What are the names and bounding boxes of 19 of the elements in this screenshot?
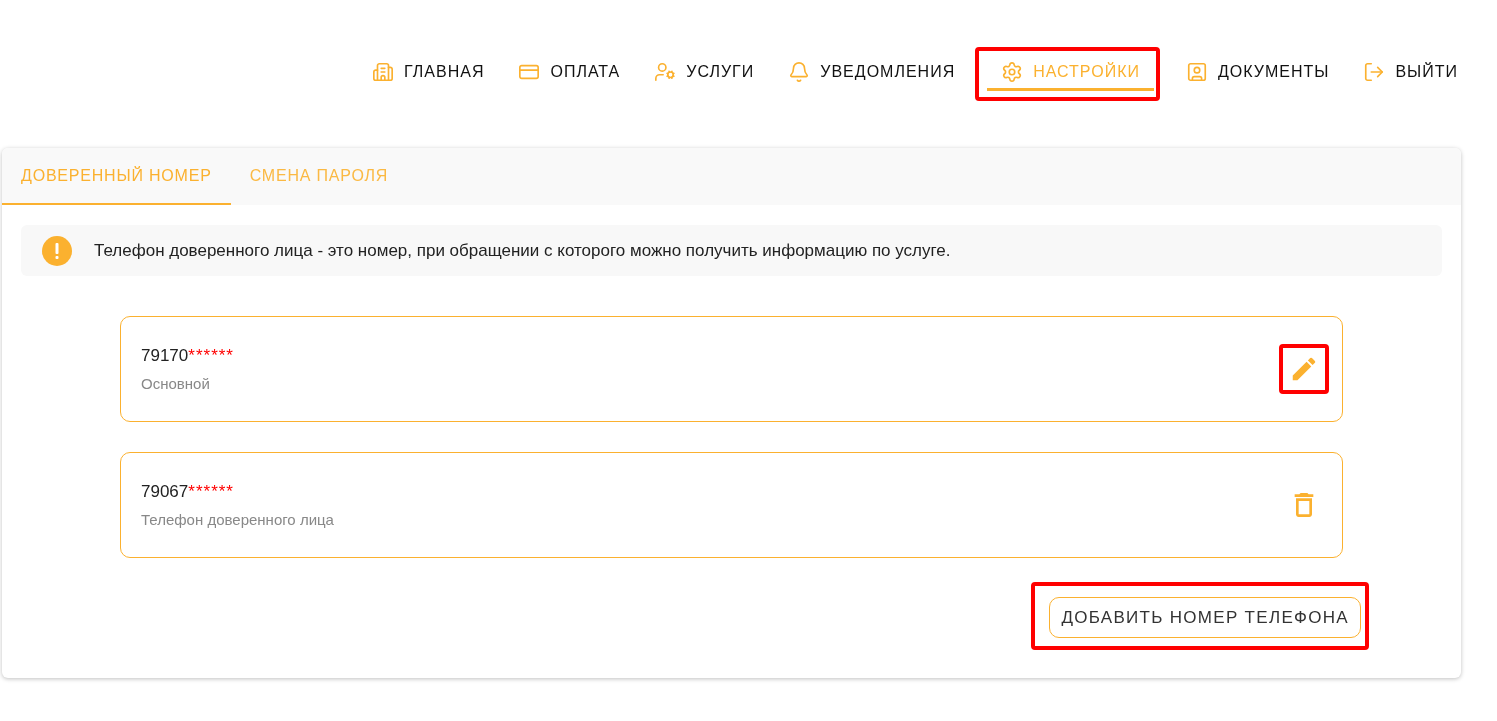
nav-link[interactable]: УВЕДОМЛЕНИЯ	[786, 53, 958, 91]
building-icon	[372, 61, 395, 83]
logout-icon	[1363, 61, 1386, 83]
phone-number: 79067******	[141, 480, 235, 503]
alert-text: Телефон доверенного лица - это номер, при обращении с которого можно получить информацию по услуге.	[94, 239, 951, 262]
warning-icon	[42, 235, 72, 266]
nav-link[interactable]: ГЛАВНАЯ	[370, 53, 487, 91]
phone-label: Основной	[141, 374, 211, 394]
add-phone-button[interactable]: ДОБАВИТЬ НОМЕР ТЕЛЕФОНА	[1049, 597, 1361, 638]
contact-card-icon	[1185, 61, 1208, 83]
settings-icon	[1001, 61, 1024, 83]
nav-link[interactable]: ВЫЙТИ	[1361, 53, 1460, 91]
nav-link[interactable]: УСЛУГИ	[652, 53, 757, 91]
phone-label: Телефон доверенного лица	[141, 510, 334, 530]
phone-number: 79170******	[141, 344, 234, 367]
nav-link[interactable]: ДОКУМЕНТЫ	[1183, 53, 1332, 91]
user-gear-icon	[654, 61, 677, 83]
nav-link[interactable]: ОПЛАТА	[516, 53, 623, 91]
bell-icon	[788, 61, 811, 83]
